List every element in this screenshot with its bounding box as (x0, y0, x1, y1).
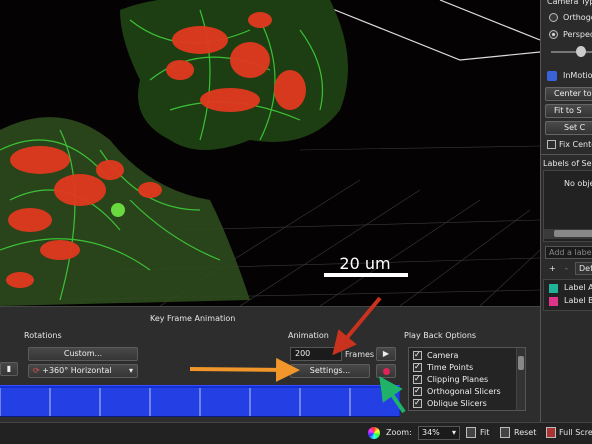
zoom-label: Zoom: (386, 428, 412, 437)
label-b[interactable]: Label B (564, 296, 592, 305)
step-end-button[interactable]: ▮ (0, 362, 18, 376)
microscopy-image (0, 0, 540, 306)
reset-button[interactable]: Reset (514, 428, 536, 437)
rotation-icon: ⟳ (33, 366, 40, 375)
play-button[interactable]: ▶ (376, 347, 396, 361)
remove-label-button[interactable]: - (565, 264, 568, 273)
keyframe-animation-panel: Key Frame Animation ▮ Rotations Custom..… (0, 306, 540, 422)
label-list: Label A Label B (543, 279, 592, 311)
set-center-button[interactable]: Set C (545, 121, 592, 135)
rotation-select[interactable]: ⟳ +360° Horizontal ▾ (28, 364, 138, 378)
custom-rotation-button[interactable]: Custom... (28, 347, 138, 361)
fit-to-button[interactable]: Fit to S (545, 104, 592, 118)
add-label-button[interactable]: + (549, 264, 556, 273)
playback-checkbox[interactable] (413, 386, 422, 396)
play-icon: ▶ (382, 349, 390, 358)
inmotion-label: InMotion (563, 71, 592, 80)
perspective-label: Perspective (563, 30, 592, 39)
orthographic-label: Orthogonal (563, 13, 592, 22)
add-label-input[interactable]: Add a label (545, 246, 592, 259)
fix-center-label: Fix Cente (559, 140, 592, 149)
label-a[interactable]: Label A (564, 283, 592, 292)
bounding-box (329, 0, 540, 61)
label-b-swatch[interactable] (549, 297, 558, 306)
fullscreen-button[interactable]: Full Scree (559, 428, 592, 437)
zoom-select[interactable]: 34% ▾ (418, 426, 460, 440)
playback-checkbox[interactable] (413, 398, 422, 408)
playback-checkbox[interactable] (413, 374, 422, 384)
chevron-down-icon: ▾ (128, 366, 133, 375)
timeline-ticks (0, 388, 399, 416)
labels-header: Labels of Selec (543, 159, 592, 168)
center-to-button[interactable]: Center to (545, 87, 592, 101)
playback-scrollbar[interactable] (516, 348, 525, 410)
keyframe-title: Key Frame Animation (150, 314, 236, 323)
inmotion-icon (547, 71, 557, 81)
label-a-swatch[interactable] (549, 284, 558, 293)
orthographic-radio[interactable] (549, 13, 558, 22)
labels-list[interactable]: No obje (543, 170, 592, 242)
add-label-placeholder: Add a label (549, 248, 592, 257)
record-icon (382, 368, 390, 375)
frames-input[interactable]: 200 (290, 347, 342, 361)
labels-scrollbar[interactable] (544, 229, 592, 239)
camera-type-label: Camera Type (547, 0, 592, 6)
playback-checkbox[interactable] (413, 350, 422, 360)
label-set-select[interactable]: Defa (575, 262, 592, 275)
fit-button[interactable]: Fit (480, 428, 489, 437)
keyframe-timeline[interactable] (0, 385, 400, 417)
playback-checkbox[interactable] (413, 362, 422, 372)
reset-icon (500, 427, 510, 438)
animation-header: Animation (288, 331, 329, 340)
fix-center-checkbox[interactable] (547, 140, 556, 149)
perspective-radio[interactable] (549, 30, 558, 39)
scale-bar-label: 20 um (339, 254, 391, 273)
chevron-down-icon: ▾ (451, 428, 456, 437)
rotations-header: Rotations (24, 331, 62, 340)
fullscreen-icon (546, 427, 556, 438)
record-button[interactable] (376, 364, 396, 378)
3d-viewport[interactable]: 20 um (0, 0, 540, 306)
settings-button[interactable]: Settings... (290, 364, 370, 378)
status-bar: Zoom: 34% ▾ Fit Reset Full Scree (0, 422, 592, 444)
frames-label: Frames (345, 350, 375, 359)
step-end-icon: ▮ (6, 364, 12, 373)
fit-icon (466, 427, 476, 438)
camera-panel: Camera Type Orthogonal Perspective InMot… (540, 0, 592, 422)
scale-bar (324, 273, 408, 277)
color-wheel-icon[interactable] (368, 427, 380, 439)
no-objects-text: No obje (564, 179, 592, 188)
perspective-slider-handle[interactable] (576, 46, 586, 57)
playback-options-list[interactable]: Camera Time Points Clipping Planes Ortho… (408, 347, 526, 411)
playback-options-header: Play Back Options (404, 331, 477, 340)
